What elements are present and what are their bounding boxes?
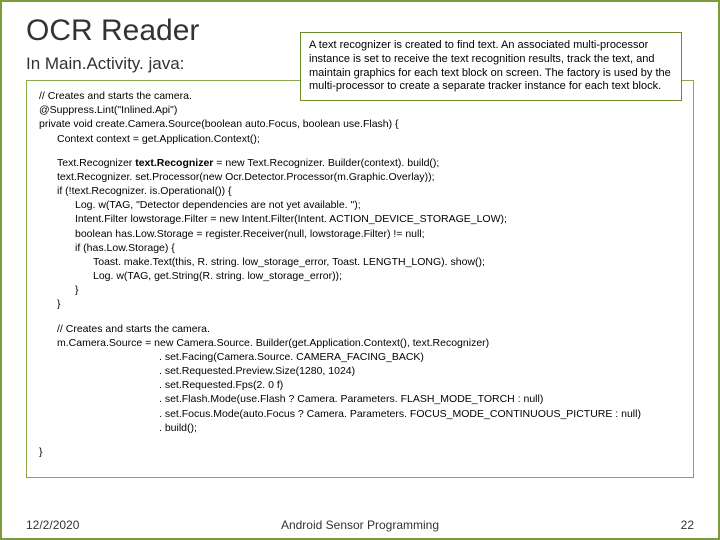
code-box: // Creates and starts the camera. @Suppr…: [26, 80, 694, 478]
code-line: . build();: [39, 422, 197, 434]
code-line: Toast. make.Text(this, R. string. low_st…: [39, 256, 485, 268]
code-line: Text.Recognizer text.Recognizer = new Te…: [39, 157, 439, 169]
code-line: Log. w(TAG, get.String(R. string. low_st…: [39, 270, 342, 282]
code-block-2: Text.Recognizer text.Recognizer = new Te…: [39, 156, 681, 312]
code-line: // Creates and starts the camera.: [39, 323, 210, 335]
footer-page: 22: [681, 518, 694, 532]
code-block-3: // Creates and starts the camera. m.Came…: [39, 322, 681, 435]
footer: 12/2/2020 Android Sensor Programming 22: [26, 518, 694, 532]
footer-title: Android Sensor Programming: [26, 518, 694, 532]
code-line: @Suppress.Lint("Inlined.Api"): [39, 104, 177, 116]
code-line: . set.Flash.Mode(use.Flash ? Camera. Par…: [39, 393, 543, 405]
code-text: Text.Recognizer: [57, 157, 135, 169]
code-text: = new Text.Recognizer. Builder(context).…: [213, 157, 439, 169]
code-line: . set.Focus.Mode(auto.Focus ? Camera. Pa…: [39, 408, 641, 420]
code-line: // Creates and starts the camera.: [39, 90, 192, 102]
code-line: if (has.Low.Storage) {: [39, 242, 175, 254]
code-line: . set.Requested.Preview.Size(1280, 1024): [39, 365, 355, 377]
code-bold: text.Recognizer: [135, 157, 213, 169]
code-line: }: [39, 284, 79, 296]
code-line: Context context = get.Application.Contex…: [39, 133, 260, 145]
code-line: }: [39, 446, 43, 458]
callout-box: A text recognizer is created to find tex…: [300, 32, 682, 101]
code-line: boolean has.Low.Storage = register.Recei…: [39, 228, 425, 240]
code-line: . set.Requested.Fps(2. 0 f): [39, 379, 283, 391]
code-line: . set.Facing(Camera.Source. CAMERA_FACIN…: [39, 351, 424, 363]
code-line: m.Camera.Source = new Camera.Source. Bui…: [39, 337, 489, 349]
slide: OCR Reader In Main.Activity. java: A tex…: [0, 0, 720, 540]
code-line: }: [39, 298, 61, 310]
footer-date: 12/2/2020: [26, 518, 79, 532]
code-line: Intent.Filter lowstorage.Filter = new In…: [39, 213, 507, 225]
code-line: if (!text.Recognizer. is.Operational()) …: [39, 185, 232, 197]
code-line: Log. w(TAG, "Detector dependencies are n…: [39, 199, 361, 211]
code-line: text.Recognizer. set.Processor(new Ocr.D…: [39, 171, 435, 183]
code-close: }: [39, 445, 681, 459]
code-line: private void create.Camera.Source(boolea…: [39, 118, 399, 130]
